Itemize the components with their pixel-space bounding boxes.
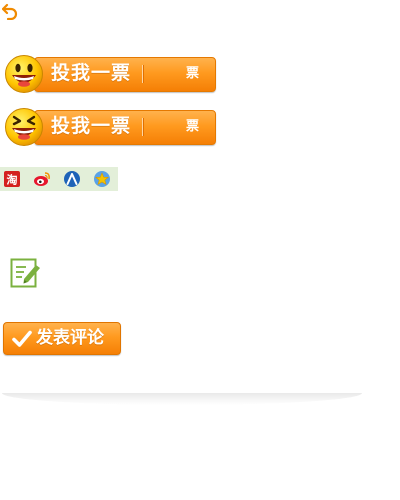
submit-comment-button[interactable]: 发表评论: [3, 322, 121, 355]
vote-divider: [142, 65, 143, 83]
note-edit-icon[interactable]: [10, 257, 42, 289]
vote-button[interactable]: 投我一票 票: [4, 54, 216, 94]
vote-button-label: 投我一票: [51, 62, 132, 84]
weibo-icon[interactable]: [33, 170, 51, 188]
vote-divider: [142, 118, 143, 136]
back-arrow-icon[interactable]: [1, 2, 18, 21]
vote-count-label: 票: [186, 66, 200, 81]
share-bar: 淘: [0, 167, 118, 191]
vote-count-label: 票: [186, 119, 200, 134]
vote-button[interactable]: 投我一票 票: [4, 107, 216, 147]
smiley-happy-icon: [4, 54, 44, 94]
section-divider: [2, 393, 362, 405]
vote-button-label: 投我一票: [51, 115, 132, 137]
renren-icon[interactable]: [63, 170, 81, 188]
page: 投我一票 票 投我一票 票 淘 发表评论: [0, 0, 400, 500]
submit-comment-label: 发表评论: [36, 328, 104, 348]
taobao-icon[interactable]: 淘: [3, 170, 21, 188]
smiley-laughing-icon: [4, 107, 44, 147]
qzone-icon[interactable]: [93, 170, 111, 188]
check-icon: [12, 329, 32, 349]
svg-text:淘: 淘: [7, 173, 18, 187]
